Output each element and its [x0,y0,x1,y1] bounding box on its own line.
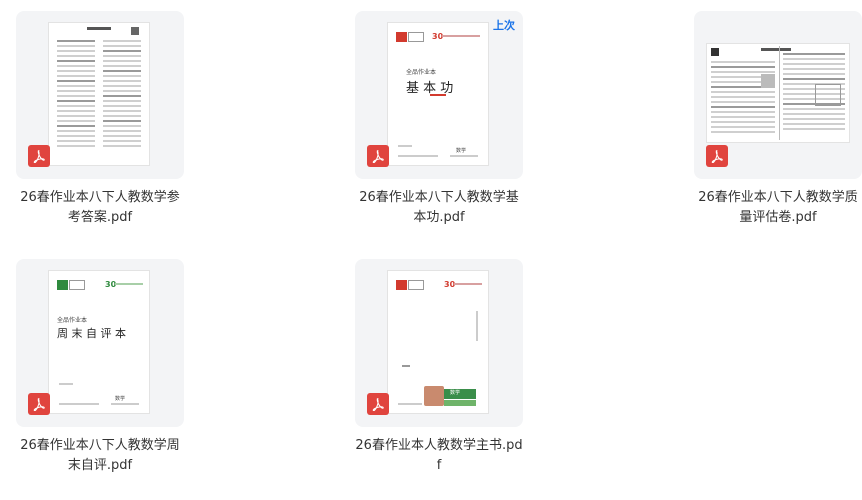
file-name[interactable]: 26春作业本八下人教数学基本功.pdf [355,188,523,228]
document-preview: 30 数学 [388,271,488,413]
file-thumbnail-card[interactable] [694,11,862,179]
file-tile[interactable]: 30 全品作业本 周 末 自 评 本 数学 26春作业本八下人教数学周末自评.p… [16,259,184,476]
file-thumbnail-card[interactable]: 30 全品作业本 周 末 自 评 本 数学 [16,259,184,427]
file-name[interactable]: 26春作业本八下人教数学质量评估卷.pdf [694,188,862,228]
series-label: 全品作业本 [57,317,88,324]
subject-label: 数学 [450,390,461,396]
file-thumbnail-card[interactable]: 30 全品作业本 基 本 功 数学 上次 [355,11,523,179]
file-thumbnail-card[interactable] [16,11,184,179]
file-tile[interactable]: 26春作业本八下人教数学参考答案.pdf [16,11,184,228]
file-name[interactable]: 26春作业本人教数学主书.pdf [355,436,523,476]
file-tile[interactable]: 30 数学 26春作业本人教数学主书.pdf [355,259,523,476]
pdf-icon [706,145,728,167]
pdf-icon [28,393,50,415]
document-preview: 30 全品作业本 基 本 功 数学 [388,23,488,165]
recent-badge: 上次 [493,19,515,32]
file-tile[interactable]: 26春作业本八下人教数学质量评估卷.pdf [694,11,862,228]
document-preview: 30 全品作业本 周 末 自 评 本 数学 [49,271,149,413]
subject-label: 数学 [115,396,126,402]
file-tile[interactable]: 30 全品作业本 基 本 功 数学 上次 26春作业本八下人教数学基本功.pdf [355,11,523,228]
pdf-icon [367,145,389,167]
pdf-icon [367,393,389,415]
cover-title: 周 末 自 评 本 [57,327,126,340]
document-preview [707,44,849,142]
pdf-icon [28,145,50,167]
file-name[interactable]: 26春作业本八下人教数学参考答案.pdf [16,188,184,228]
file-thumbnail-card[interactable]: 30 数学 [355,259,523,427]
series-label: 全品作业本 [406,69,437,76]
document-preview [49,23,149,165]
subject-label: 数学 [456,148,467,154]
file-name[interactable]: 26春作业本八下人教数学周末自评.pdf [16,436,184,476]
